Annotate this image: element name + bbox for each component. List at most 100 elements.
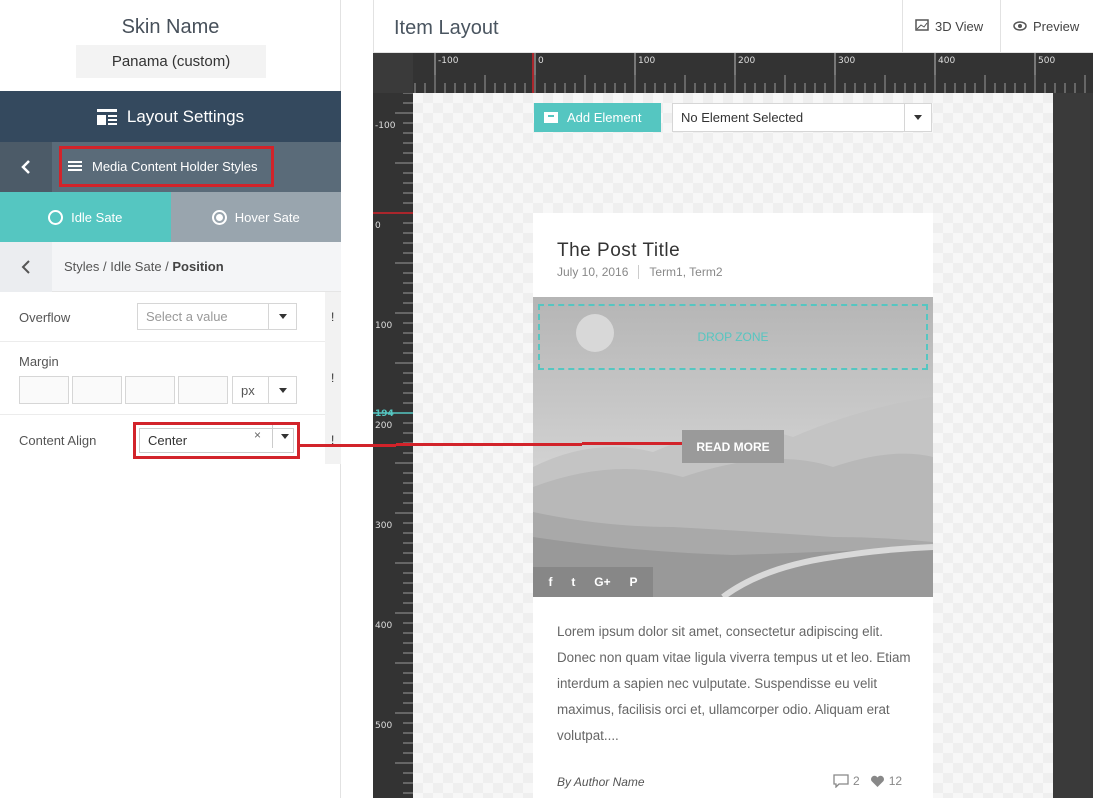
overflow-select[interactable]: Select a value: [137, 303, 297, 330]
annotation-connector: [582, 442, 682, 445]
media-content-holder-label: Media Content Holder Styles: [92, 159, 258, 174]
layout-settings-header[interactable]: Layout Settings: [0, 91, 341, 142]
media-content-holder-styles[interactable]: Media Content Holder Styles: [59, 146, 274, 187]
margin-top-input[interactable]: [19, 376, 69, 404]
breadcrumb-row: Styles / Idle Sate / Position: [0, 242, 341, 292]
ruler-top-label: 500: [1038, 56, 1056, 66]
margin-label: Margin: [19, 354, 59, 369]
post-excerpt[interactable]: Lorem ipsum dolor sit amet, consectetur …: [557, 619, 917, 749]
post-card[interactable]: The Post Title July 10, 2016 Term1, Term2…: [533, 213, 933, 798]
radio-unchecked-icon: [48, 209, 64, 225]
annotation-connector: [396, 443, 582, 446]
annotation-connector: [300, 444, 396, 447]
ruler-left-label: 500: [375, 721, 393, 731]
chevron-down-icon[interactable]: [272, 425, 297, 448]
divider: [0, 414, 325, 415]
box-icon: [544, 112, 558, 123]
info-marker: !: [331, 310, 335, 324]
media-content-holder[interactable]: DROP ZONE READ MORE f t G+ P: [533, 297, 933, 597]
app-root: Skin Name Panama (custom) Layout Setting…: [0, 0, 1093, 798]
3d-view-button[interactable]: 3D View: [902, 0, 995, 53]
chevron-down-icon: [268, 377, 296, 403]
like-count: 12: [888, 774, 903, 788]
margin-right-input[interactable]: [72, 376, 122, 404]
overflow-placeholder: Select a value: [146, 309, 228, 324]
info-marker: !: [331, 371, 335, 385]
ruler-left-label: -100: [375, 121, 396, 131]
clear-icon[interactable]: ×: [254, 428, 261, 442]
post-stats: 2 12: [833, 774, 902, 788]
image-icon: [915, 19, 929, 34]
tab-hover-label: Hover Sate: [234, 209, 300, 225]
divider: [0, 341, 325, 342]
content-align-value: Center: [139, 428, 294, 453]
chevron-left-icon: [21, 160, 30, 174]
margin-unit-select[interactable]: px: [232, 376, 297, 404]
preview-button[interactable]: Preview: [1000, 0, 1093, 53]
facebook-icon[interactable]: f: [548, 575, 552, 589]
ruler-left-label: 0: [375, 221, 381, 231]
margin-left-input[interactable]: [178, 376, 228, 404]
read-more-button[interactable]: READ MORE: [682, 430, 784, 463]
ruler-top-label: 0: [538, 56, 544, 66]
chevron-left-icon: [21, 260, 30, 274]
tab-idle-state[interactable]: Idle Sate: [0, 192, 171, 242]
item-layout-header: Item Layout 3D View Preview: [373, 0, 1093, 53]
content-align-label: Content Align: [19, 433, 97, 448]
post-terms[interactable]: Term1, Term2: [649, 265, 722, 279]
breadcrumb-current: Position: [172, 259, 224, 274]
settings-panel: Skin Name Panama (custom) Layout Setting…: [0, 0, 341, 798]
back-button[interactable]: [0, 142, 52, 192]
ruler-top-label: 100: [638, 56, 656, 66]
hamburger-icon: [68, 161, 82, 172]
heart-icon: [870, 775, 884, 787]
element-select[interactable]: No Element Selected: [672, 103, 932, 132]
add-element-label: Add Element: [567, 110, 642, 125]
ruler-left-label: 300: [375, 521, 393, 531]
post-meta: July 10, 2016 Term1, Term2: [557, 265, 723, 279]
social-bar: f t G+ P: [533, 567, 653, 597]
margin-unit-value: px: [241, 382, 255, 398]
content-align-select[interactable]: Center ×: [133, 422, 300, 459]
breadcrumb: Styles / Idle Sate / Position: [64, 259, 224, 274]
add-element-button[interactable]: Add Element: [534, 103, 661, 132]
breadcrumb-back-button[interactable]: [0, 242, 52, 292]
margin-bottom-input[interactable]: [125, 376, 175, 404]
ruler-left-label: 400: [375, 621, 393, 631]
radio-checked-icon: [211, 209, 227, 225]
comment-icon: [833, 774, 849, 788]
ruler-top-label: 300: [838, 56, 856, 66]
google-plus-icon[interactable]: G+: [594, 575, 610, 589]
ruler-top-label: -100: [438, 56, 459, 66]
ruler-left-marker-label: 194: [375, 409, 394, 419]
3d-view-label: 3D View: [935, 19, 984, 34]
chevron-down-icon: [268, 304, 296, 329]
pinterest-icon[interactable]: P: [630, 575, 638, 589]
eye-icon: [1013, 20, 1027, 34]
ruler-top-label: 200: [738, 56, 756, 66]
overflow-label: Overflow: [19, 310, 71, 325]
ruler-top[interactable]: -100 0 100 200 300 400 500: [413, 53, 1093, 93]
breadcrumb-path: Styles / Idle Sate /: [64, 259, 173, 274]
post-author[interactable]: By Author Name: [557, 775, 645, 789]
page-title: Item Layout: [394, 17, 499, 39]
skin-name-value[interactable]: Panama (custom): [76, 45, 266, 78]
chevron-down-icon: [904, 104, 931, 131]
skin-name-title: Skin Name: [121, 16, 220, 38]
media-bar: Media Content Holder Styles: [0, 142, 341, 192]
element-select-value: No Element Selected: [681, 110, 804, 125]
layout-icon: [96, 108, 117, 125]
post-title[interactable]: The Post Title: [557, 240, 680, 262]
comment-count: 2: [853, 774, 860, 788]
tab-hover-state[interactable]: Hover Sate: [170, 192, 341, 242]
twitter-icon[interactable]: t: [571, 575, 575, 589]
drop-zone-label: DROP ZONE: [697, 330, 769, 344]
ruler-left-label: 200: [375, 421, 393, 431]
layout-settings-label: Layout Settings: [126, 106, 245, 126]
drop-zone[interactable]: DROP ZONE: [538, 304, 928, 370]
preview-label: Preview: [1033, 19, 1080, 34]
ruler-left-label: 100: [375, 321, 393, 331]
state-tabs: Idle Sate Hover Sate: [0, 192, 341, 242]
post-date[interactable]: July 10, 2016: [557, 265, 628, 279]
tab-idle-label: Idle Sate: [71, 209, 123, 225]
